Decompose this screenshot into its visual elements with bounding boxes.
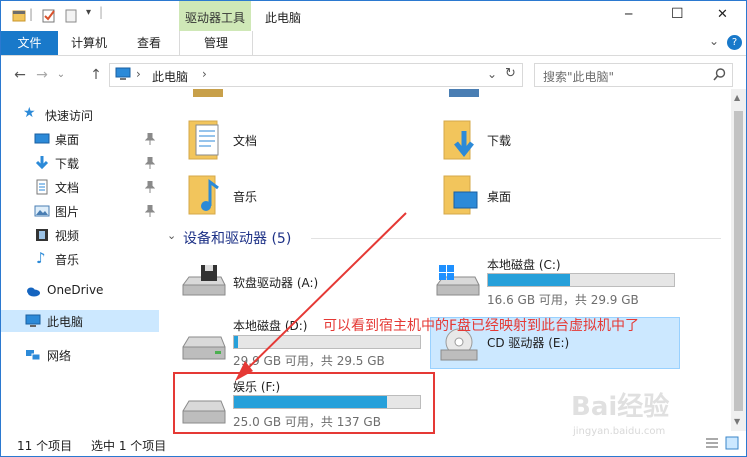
explorer-window: | ▾ | 驱动器工具 此电脑 ─ ☐ ✕ 文件 计算机 查看 管理 ⌄ ? ←… bbox=[0, 0, 747, 457]
watermark-logo: Bai经验 bbox=[571, 392, 670, 422]
watermark-url: jingyan.baidu.com bbox=[573, 426, 666, 437]
highlight-box bbox=[173, 372, 435, 434]
